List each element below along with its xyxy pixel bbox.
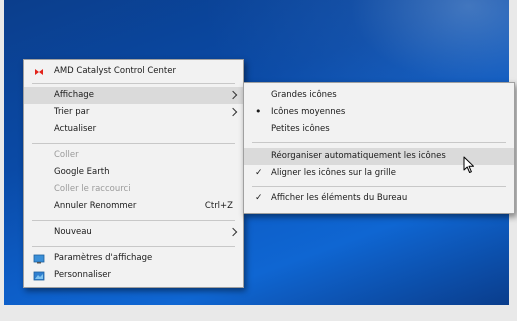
chevron-right-icon <box>228 90 238 100</box>
menu-separator <box>32 220 235 221</box>
desktop-context-menu: AMD Catalyst Control Center Affichage Tr… <box>23 59 244 288</box>
amd-logo-icon <box>35 69 43 75</box>
menu-item-amd-catalyst[interactable]: AMD Catalyst Control Center <box>24 63 243 80</box>
menu-item-label: Petites icônes <box>271 124 330 134</box>
menu-item-label: Paramètres d'affichage <box>54 253 153 263</box>
menu-item-nouveau[interactable]: Nouveau <box>24 224 243 241</box>
menu-item-label: Coller le raccourci <box>54 184 131 194</box>
personalize-icon <box>33 271 45 281</box>
menu-item-label: Annuler Renommer <box>54 201 137 211</box>
menu-item-parametres-affichage[interactable]: Paramètres d'affichage <box>24 250 243 267</box>
checkmark-icon: ✓ <box>255 168 263 178</box>
affichage-submenu: Grandes icônes • Icônes moyennes Petites… <box>243 82 515 214</box>
menu-item-label: Icônes moyennes <box>271 107 346 117</box>
menu-item-label: Réorganiser automatiquement les icônes <box>271 151 446 161</box>
menu-separator <box>252 142 506 143</box>
menu-item-personnaliser[interactable]: Personnaliser <box>24 267 243 284</box>
menu-separator <box>32 143 235 144</box>
menu-separator <box>252 186 506 187</box>
mouse-cursor-icon <box>463 156 474 173</box>
menu-item-coller-raccourci[interactable]: Coller le raccourci <box>24 181 243 198</box>
menu-separator <box>32 83 235 84</box>
menu-item-label: Google Earth <box>54 167 110 177</box>
menu-item-google-earth[interactable]: Google Earth <box>24 164 243 181</box>
menu-item-label: Grandes icônes <box>271 90 337 100</box>
radio-dot-icon: • <box>255 105 262 118</box>
menu-item-trier-par[interactable]: Trier par <box>24 104 243 121</box>
menu-item-label: Afficher les éléments du Bureau <box>271 193 408 203</box>
submenu-item-grandes-icones[interactable]: Grandes icônes <box>244 87 514 104</box>
menu-item-annuler-renommer[interactable]: Annuler Renommer Ctrl+Z <box>24 198 243 215</box>
checkmark-icon: ✓ <box>255 193 263 203</box>
menu-item-label: Personnaliser <box>54 270 112 280</box>
chevron-right-icon <box>228 107 238 117</box>
menu-item-affichage[interactable]: Affichage <box>24 87 243 104</box>
submenu-item-petites-icones[interactable]: Petites icônes <box>244 121 514 138</box>
submenu-item-afficher-elements[interactable]: ✓ Afficher les éléments du Bureau <box>244 190 514 207</box>
menu-item-label: Trier par <box>54 107 90 117</box>
menu-shortcut: Ctrl+Z <box>204 201 233 211</box>
menu-item-actualiser[interactable]: Actualiser <box>24 121 243 138</box>
menu-item-label: Coller <box>54 150 79 160</box>
menu-item-label: Actualiser <box>54 124 97 134</box>
submenu-item-icones-moyennes[interactable]: • Icônes moyennes <box>244 104 514 121</box>
menu-item-coller[interactable]: Coller <box>24 147 243 164</box>
menu-item-label: Nouveau <box>54 227 92 237</box>
menu-separator <box>32 246 235 247</box>
chevron-right-icon <box>228 227 238 237</box>
display-settings-icon <box>33 254 45 264</box>
menu-item-label: Aligner les icônes sur la grille <box>271 168 396 178</box>
menu-item-label: AMD Catalyst Control Center <box>54 66 176 76</box>
menu-item-label: Affichage <box>54 90 94 100</box>
